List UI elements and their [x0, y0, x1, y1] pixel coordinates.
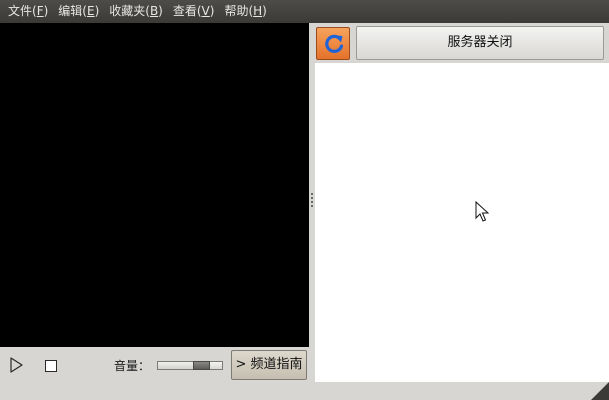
- menu-help[interactable]: 帮助(H): [219, 0, 271, 23]
- volume-label: 音量：: [114, 359, 151, 373]
- status-bar: [0, 382, 609, 400]
- server-status-button[interactable]: 服务器关闭: [356, 26, 604, 60]
- play-icon: [10, 357, 23, 373]
- channel-guide-button[interactable]: > 频道指南: [231, 350, 307, 380]
- play-button[interactable]: [8, 357, 24, 373]
- resize-grip-icon[interactable]: [591, 382, 609, 400]
- menu-edit[interactable]: 编辑(E): [53, 0, 104, 23]
- video-player[interactable]: [0, 23, 309, 347]
- refresh-button[interactable]: [316, 27, 350, 60]
- volume-slider[interactable]: [157, 361, 223, 370]
- stop-button[interactable]: [45, 360, 57, 372]
- menu-favorites[interactable]: 收藏夹(B): [104, 0, 168, 23]
- playback-controls: 音量： > 频道指南: [0, 347, 309, 382]
- channel-list[interactable]: [315, 63, 609, 382]
- channel-toolbar: 服务器关闭: [315, 23, 609, 63]
- menu-file[interactable]: 文件(F): [3, 0, 53, 23]
- mouse-cursor-icon: [475, 201, 489, 222]
- volume-knob[interactable]: [193, 361, 210, 370]
- splitter-grip-icon: [311, 193, 313, 209]
- refresh-icon: [325, 34, 344, 53]
- menu-view[interactable]: 查看(V): [168, 0, 220, 23]
- menu-bar: 文件(F) 编辑(E) 收藏夹(B) 查看(V) 帮助(H): [0, 0, 609, 23]
